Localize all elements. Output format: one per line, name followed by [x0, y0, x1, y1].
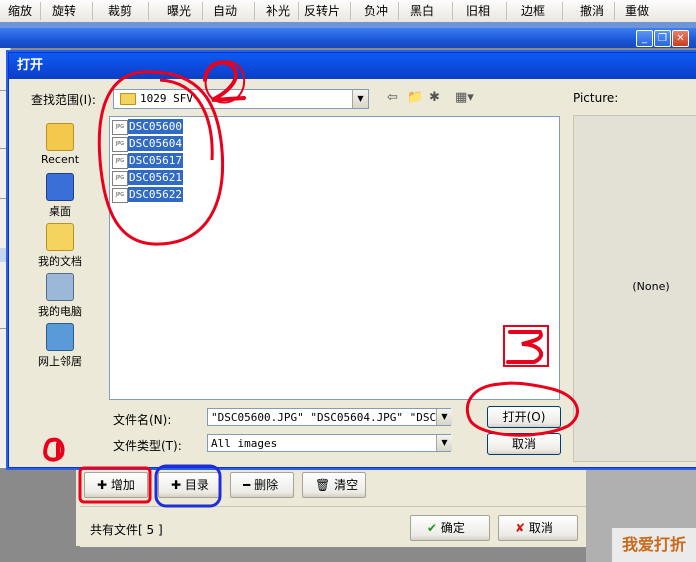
annotation-circle-files [97, 70, 225, 246]
annotation-overlay [43, 60, 579, 508]
annotation-mark-3 [506, 330, 544, 364]
watermark-logo: 我爱打折 [612, 528, 696, 562]
annotation-box-add [78, 466, 152, 504]
annotation-circle-open [465, 381, 579, 437]
annotation-box-directory [154, 464, 222, 508]
annotation-mark-1 [43, 437, 65, 462]
annotation-circle-2 [204, 60, 246, 104]
